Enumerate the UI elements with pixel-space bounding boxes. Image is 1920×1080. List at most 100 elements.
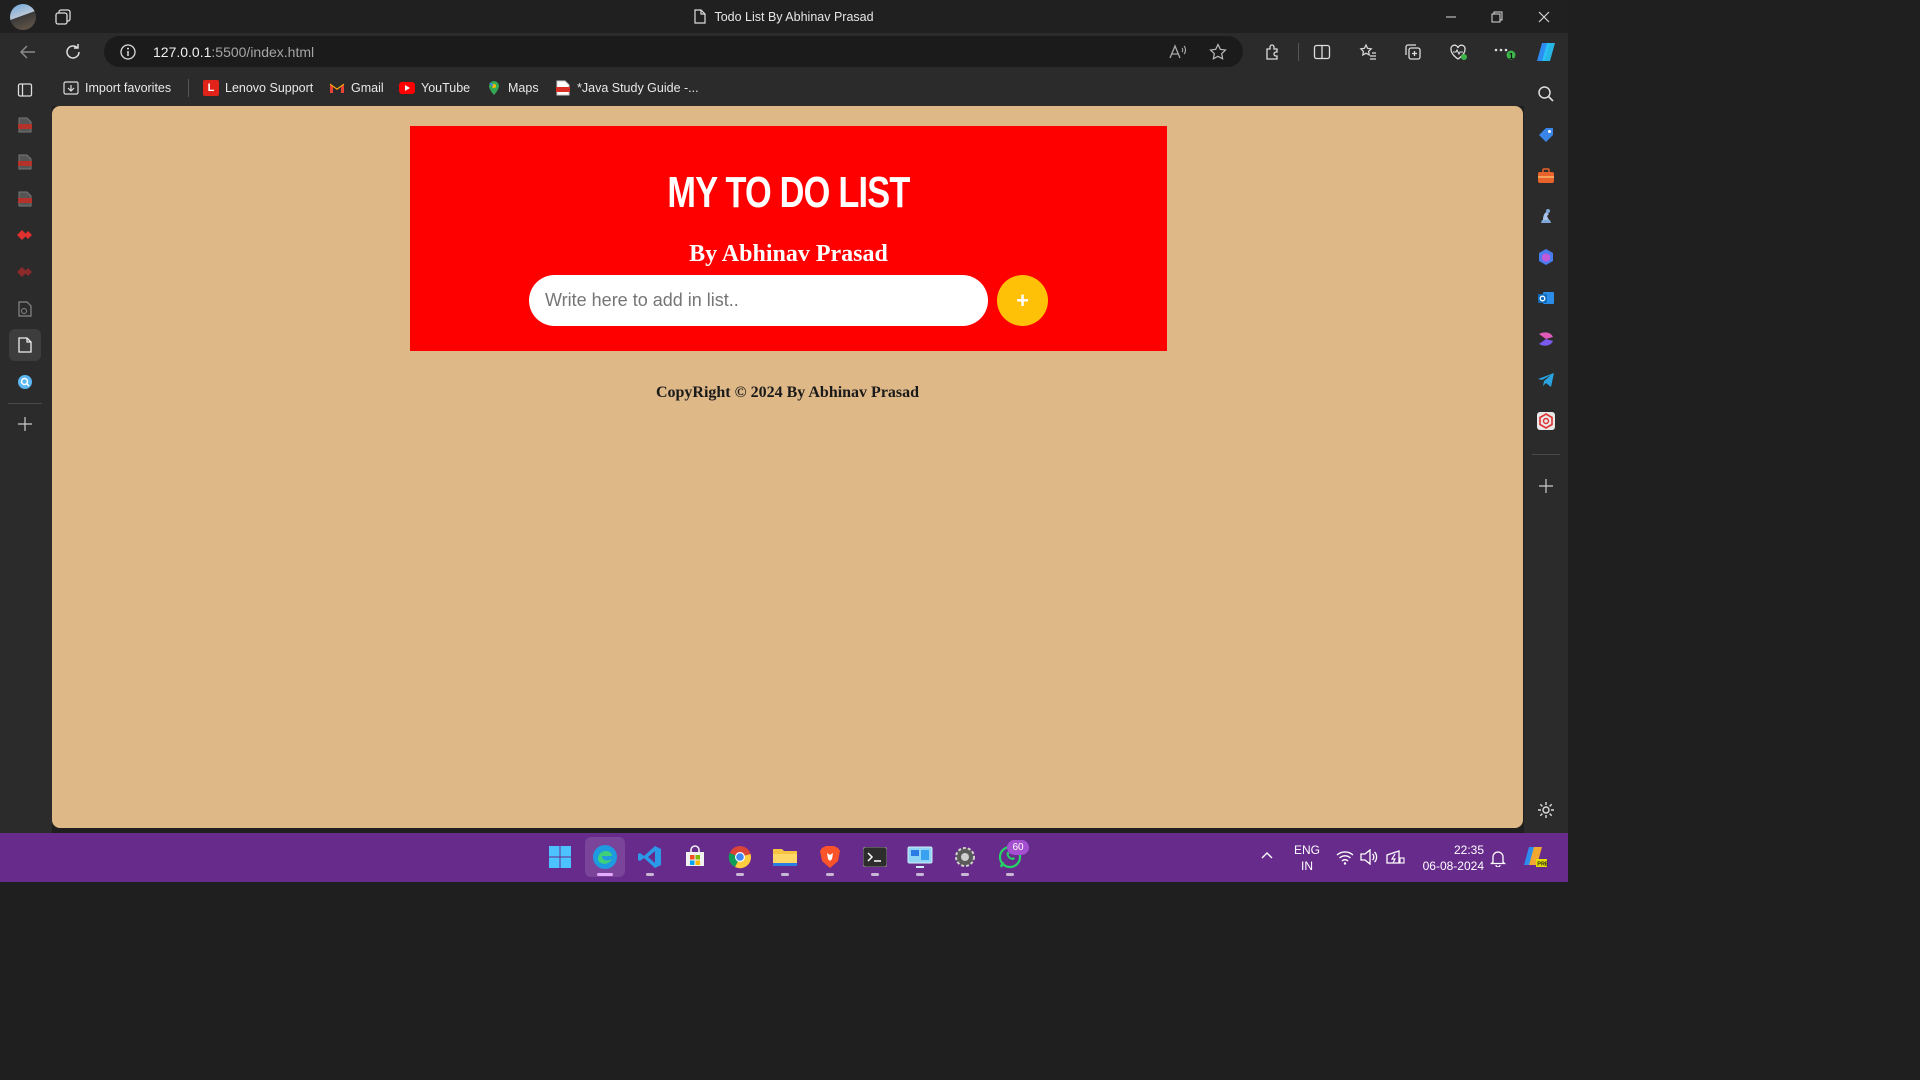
pdf-tab-3[interactable]: [9, 183, 41, 215]
running-indicator: [781, 873, 789, 876]
running-indicator: [961, 873, 969, 876]
running-indicator: [871, 873, 879, 876]
taskbar-vscode[interactable]: [630, 837, 670, 877]
page-heading: MY TO DO LIST: [667, 168, 910, 217]
url-host: 127.0.0.1: [153, 44, 212, 60]
running-indicator: [736, 873, 744, 876]
designer-icon[interactable]: [1530, 323, 1562, 355]
tab-search[interactable]: [9, 366, 41, 398]
outlook-icon[interactable]: [1530, 282, 1562, 314]
taskbar-settings[interactable]: [945, 837, 985, 877]
bookmark-youtube[interactable]: YouTube: [399, 77, 470, 99]
add-sidebar-app-icon[interactable]: [1530, 470, 1562, 502]
bookmark-label: Maps: [508, 81, 539, 95]
running-indicator: [646, 873, 654, 876]
battery-charging-icon[interactable]: [1385, 849, 1405, 865]
bookmark-label: Import favorites: [85, 81, 172, 95]
collections-icon[interactable]: [1397, 36, 1429, 68]
extensions-icon[interactable]: [1257, 36, 1289, 68]
running-indicator: [916, 873, 924, 876]
pdf-tab-2[interactable]: [9, 146, 41, 178]
bookmark-maps[interactable]: Maps: [486, 77, 539, 99]
gmail-icon: [329, 80, 345, 96]
volume-icon[interactable]: [1360, 849, 1378, 865]
back-button[interactable]: [12, 36, 44, 68]
tab-red-diamond-2[interactable]: [9, 256, 41, 288]
minimize-button[interactable]: [1428, 0, 1474, 33]
search-icon[interactable]: [1530, 78, 1562, 110]
read-aloud-icon[interactable]: [1162, 36, 1194, 68]
toolbar-divider: [1298, 43, 1299, 61]
taskbar-edge[interactable]: [585, 837, 625, 877]
app-red-hex-icon[interactable]: [1530, 405, 1562, 437]
author-subtitle: By Abhinav Prasad: [689, 241, 888, 267]
whatsapp-unread-badge: 60: [1007, 840, 1029, 855]
show-hidden-icons-chevron-icon[interactable]: [1260, 850, 1274, 860]
title-bar: Todo List By Abhinav Prasad: [0, 0, 1568, 33]
page-viewport: MY TO DO LIST By Abhinav Prasad + CopyRi…: [52, 106, 1523, 828]
settings-more-icon[interactable]: 1: [1488, 36, 1520, 68]
tab-red-diamond-1[interactable]: [9, 219, 41, 251]
window-title: Todo List By Abhinav Prasad: [0, 9, 1568, 27]
taskbar-brave[interactable]: [810, 837, 850, 877]
pdf-tab-1[interactable]: [9, 109, 41, 141]
microsoft-365-icon[interactable]: [1530, 241, 1562, 273]
bookmark-label: Lenovo Support: [225, 81, 314, 95]
bookmark-label: YouTube: [421, 81, 471, 95]
taskbar-file-explorer[interactable]: [765, 837, 805, 877]
bookmark-java-study-guide[interactable]: *Java Study Guide -...: [555, 77, 699, 99]
youtube-icon: [399, 80, 415, 96]
url-text[interactable]: 127.0.0.1:5500/index.html: [153, 44, 314, 60]
taskbar-remote-desktop[interactable]: [900, 837, 940, 877]
region-code: IN: [1301, 859, 1313, 873]
refresh-button[interactable]: [57, 36, 89, 68]
running-indicator: [826, 873, 834, 876]
maps-icon: [486, 80, 502, 96]
clock-date: 06-08-2024: [1422, 859, 1484, 873]
bookmark-import-favorites[interactable]: Import favorites: [63, 77, 171, 99]
copilot-icon[interactable]: [1530, 36, 1562, 68]
window-title-text: Todo List By Abhinav Prasad: [714, 9, 874, 24]
active-tab-page[interactable]: [9, 329, 41, 361]
browser-essentials-icon[interactable]: [1442, 36, 1474, 68]
bookmark-gmail[interactable]: Gmail: [329, 77, 384, 99]
tools-briefcase-icon[interactable]: [1530, 160, 1562, 192]
copyright-footer: CopyRight © 2024 By Abhinav Prasad: [655, 384, 920, 401]
bookmark-lenovo-support[interactable]: L Lenovo Support: [203, 77, 313, 99]
todo-card: MY TO DO LIST By Abhinav Prasad +: [410, 126, 1167, 351]
taskbar-terminal[interactable]: [855, 837, 895, 877]
right-sidebar-divider: [1532, 454, 1560, 455]
add-task-button[interactable]: +: [997, 275, 1048, 326]
favorites-icon[interactable]: [1352, 36, 1384, 68]
sidebar-settings-gear-icon[interactable]: [1530, 794, 1562, 826]
bookmark-label: *Java Study Guide -...: [577, 81, 699, 95]
restore-button[interactable]: [1474, 0, 1520, 33]
update-badge: 1: [1509, 52, 1514, 61]
new-tab-button[interactable]: [9, 408, 41, 440]
start-button[interactable]: [540, 837, 580, 877]
language-indicator[interactable]: ENG IN: [1292, 842, 1322, 874]
clock-time: 22:35: [1453, 843, 1484, 857]
tab-actions-icon[interactable]: [9, 74, 41, 106]
games-chess-icon[interactable]: [1530, 200, 1562, 232]
taskbar-store[interactable]: [675, 837, 715, 877]
favorite-star-icon[interactable]: [1202, 36, 1234, 68]
svg-text:PRE: PRE: [1537, 862, 1548, 868]
clock[interactable]: 22:35 06-08-2024: [1410, 842, 1484, 874]
copilot-preview-icon[interactable]: PRE: [1522, 845, 1548, 869]
site-info-icon[interactable]: [120, 44, 136, 60]
running-indicator: [1006, 873, 1014, 876]
language-code: ENG: [1293, 843, 1320, 857]
close-button[interactable]: [1521, 0, 1567, 33]
wifi-icon[interactable]: [1336, 849, 1354, 865]
bookmark-label: Gmail: [351, 81, 384, 95]
telegram-icon[interactable]: [1530, 364, 1562, 396]
notifications-bell-icon[interactable]: [1490, 849, 1506, 867]
url-path: :5500/index.html: [211, 44, 315, 60]
import-icon: [63, 80, 79, 96]
split-screen-icon[interactable]: [1306, 36, 1338, 68]
tab-file-settings[interactable]: [9, 293, 41, 325]
task-input[interactable]: [529, 275, 988, 326]
shopping-tag-icon[interactable]: [1530, 119, 1562, 151]
taskbar-chrome[interactable]: [720, 837, 760, 877]
